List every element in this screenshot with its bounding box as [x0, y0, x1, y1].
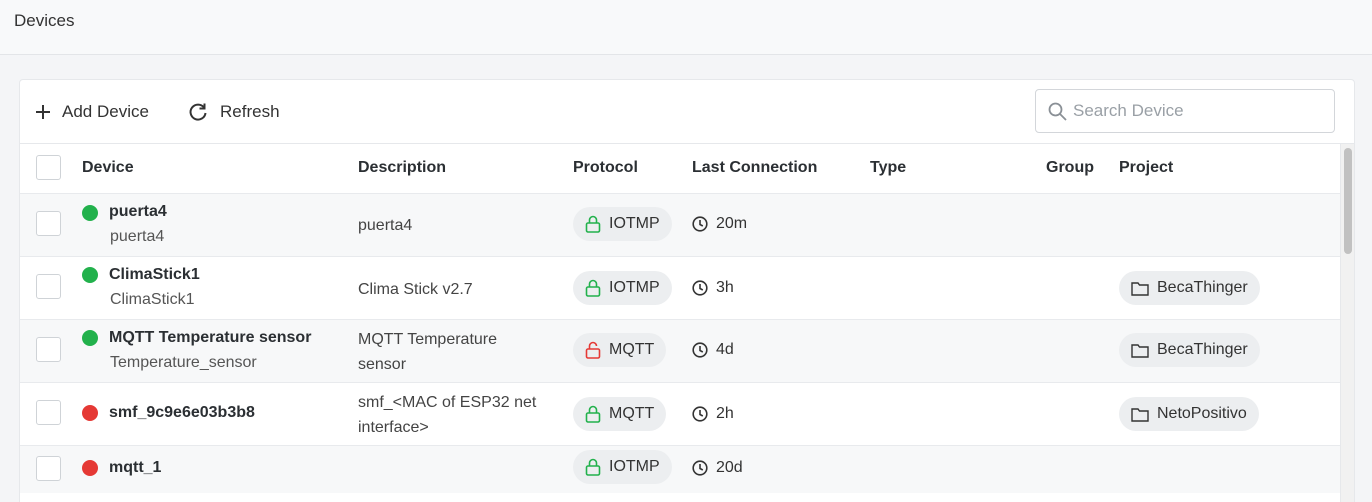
last-connection-value: 4d — [716, 341, 734, 358]
add-device-label: Add Device — [62, 102, 149, 121]
col-project[interactable]: Project — [1119, 159, 1173, 177]
device-name[interactable]: MQTT Temperature sensor — [109, 329, 311, 347]
row-checkbox[interactable] — [36, 274, 61, 299]
device-id: puerta4 — [110, 228, 165, 245]
col-device[interactable]: Device — [82, 159, 134, 177]
status-offline-dot — [82, 460, 98, 476]
toolbar: Add Device Refresh — [20, 80, 1354, 144]
last-connection-value: 3h — [716, 279, 734, 296]
refresh-button[interactable]: Refresh — [188, 98, 280, 126]
last-connection: 4d — [692, 341, 734, 359]
protocol-chip: IOTMP — [573, 271, 672, 305]
status-online-dot — [82, 330, 98, 346]
row-checkbox[interactable] — [36, 211, 61, 236]
protocol-chip: IOTMP — [573, 207, 672, 241]
search-icon — [1048, 102, 1067, 121]
project-label: BecaThinger — [1157, 341, 1248, 358]
folder-icon — [1131, 407, 1149, 422]
project-label: BecaThinger — [1157, 279, 1248, 296]
add-device-button[interactable]: Add Device — [36, 98, 149, 126]
refresh-label: Refresh — [220, 102, 280, 121]
last-connection: 3h — [692, 279, 734, 297]
table-row[interactable]: mqtt_1 IOTMP 20d — [20, 445, 1340, 493]
protocol-label: MQTT — [609, 341, 655, 358]
device-id: Temperature_sensor — [110, 354, 257, 371]
last-connection: 20d — [692, 459, 743, 477]
device-name[interactable]: puerta4 — [109, 203, 167, 221]
status-online-dot — [82, 267, 98, 283]
col-last-connection[interactable]: Last Connection — [692, 159, 817, 177]
last-connection-value: 20d — [716, 459, 743, 476]
device-description: Clima Stick v2.7 — [358, 281, 473, 298]
device-name[interactable]: smf_9c9e6e03b3b8 — [109, 404, 255, 422]
page-header: Devices — [0, 0, 1372, 55]
folder-icon — [1131, 281, 1149, 296]
clock-icon — [692, 406, 708, 422]
device-id: ClimaStick1 — [110, 291, 195, 308]
page-title: Devices — [14, 11, 75, 30]
lock-icon — [585, 405, 601, 423]
status-online-dot — [82, 205, 98, 221]
folder-icon — [1131, 343, 1149, 358]
clock-icon — [692, 342, 708, 358]
clock-icon — [692, 216, 708, 232]
table-row[interactable]: MQTT Temperature sensor Temperature_sens… — [20, 319, 1340, 382]
plus-icon — [36, 105, 50, 119]
table-header: Device Description Protocol Last Connect… — [20, 144, 1340, 193]
device-name[interactable]: ClimaStick1 — [109, 266, 200, 284]
table-scrollbar[interactable] — [1340, 144, 1354, 502]
project-chip[interactable]: BecaThinger — [1119, 271, 1260, 305]
device-description: smf_<MAC of ESP32 net interface> — [358, 394, 537, 436]
protocol-label: MQTT — [609, 405, 655, 422]
table-row[interactable]: ClimaStick1 ClimaStick1 Clima Stick v2.7… — [20, 256, 1340, 319]
lock-icon — [585, 279, 601, 297]
search-input[interactable] — [1073, 101, 1313, 121]
device-description: puerta4 — [358, 217, 413, 234]
devices-table: Device Description Protocol Last Connect… — [20, 144, 1340, 493]
device-description: MQTT Temperature sensor — [358, 331, 498, 373]
scrollbar-thumb[interactable] — [1344, 148, 1352, 254]
lock-icon — [585, 458, 601, 476]
col-group[interactable]: Group — [1046, 159, 1094, 177]
last-connection-value: 20m — [716, 215, 748, 232]
protocol-label: IOTMP — [609, 458, 660, 475]
status-offline-dot — [82, 405, 98, 421]
project-chip[interactable]: NetoPositivo — [1119, 397, 1259, 431]
search-box — [1035, 89, 1335, 133]
unlock-icon — [585, 341, 601, 359]
clock-icon — [692, 280, 708, 296]
row-checkbox[interactable] — [36, 400, 61, 425]
project-label: NetoPositivo — [1157, 405, 1247, 422]
lock-icon — [585, 215, 601, 233]
select-all-checkbox[interactable] — [36, 155, 61, 180]
clock-icon — [692, 460, 708, 476]
device-name[interactable]: mqtt_1 — [109, 459, 161, 477]
col-type[interactable]: Type — [870, 159, 906, 177]
table-row[interactable]: puerta4 puerta4 puerta4 IOTMP 20m — [20, 193, 1340, 256]
row-checkbox[interactable] — [36, 337, 61, 362]
table-row[interactable]: smf_9c9e6e03b3b8 smf_<MAC of ESP32 net i… — [20, 382, 1340, 445]
row-checkbox[interactable] — [36, 456, 61, 481]
project-chip[interactable]: BecaThinger — [1119, 333, 1260, 367]
last-connection-value: 2h — [716, 405, 734, 422]
last-connection: 2h — [692, 405, 734, 423]
last-connection: 20m — [692, 215, 747, 233]
refresh-icon — [189, 103, 207, 121]
col-protocol[interactable]: Protocol — [573, 159, 638, 177]
protocol-label: IOTMP — [609, 279, 660, 296]
protocol-label: IOTMP — [609, 215, 660, 232]
protocol-chip: IOTMP — [573, 450, 672, 484]
devices-card: Add Device Refresh Device Description Pr… — [19, 79, 1355, 502]
protocol-chip: MQTT — [573, 333, 667, 367]
col-description[interactable]: Description — [358, 159, 446, 177]
protocol-chip: MQTT — [573, 397, 667, 431]
